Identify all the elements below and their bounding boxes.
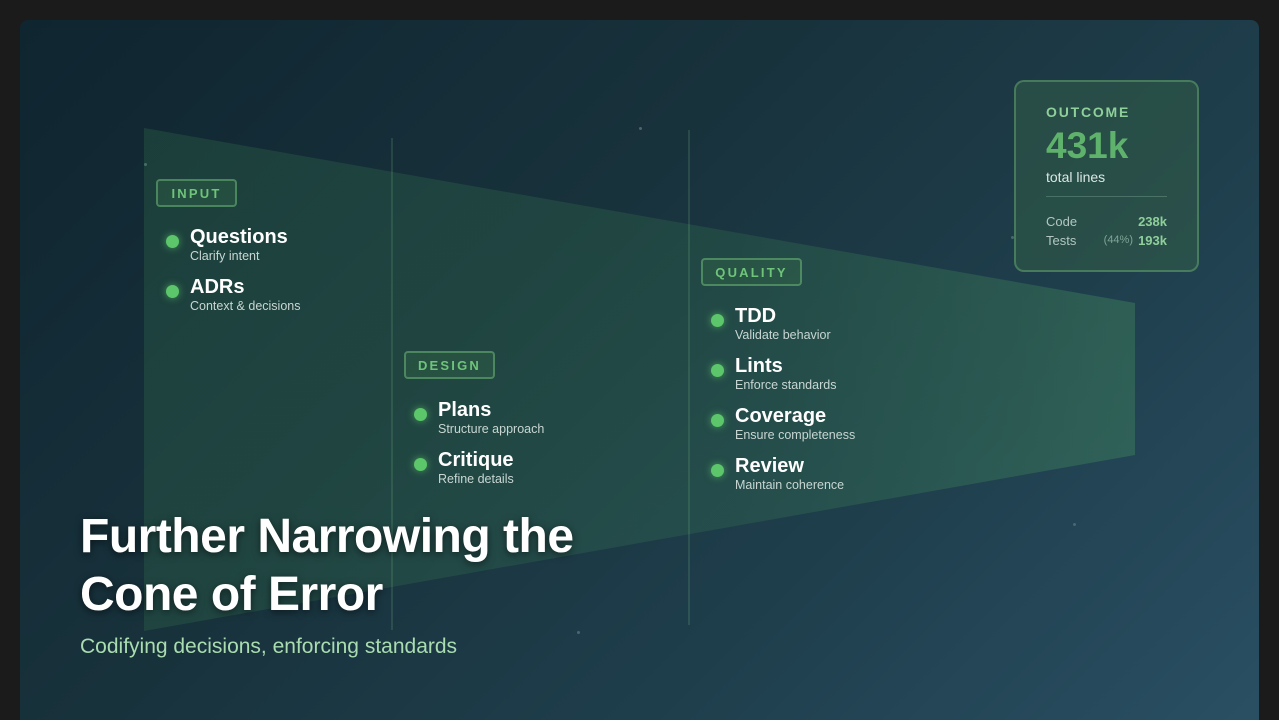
bullet-dot <box>166 285 179 298</box>
item-title: Review <box>735 455 804 477</box>
item-title: Coverage <box>735 405 827 427</box>
outcome-row-value: 193k <box>1138 233 1167 248</box>
bullet-dot <box>166 235 179 248</box>
item-title: ADRs <box>190 276 245 298</box>
slide: INPUT Questions Clarify intent ADRs Cont… <box>20 20 1259 720</box>
item-subtitle: Enforce standards <box>735 378 837 392</box>
slide-subtitle: Codifying decisions, enforcing standards <box>80 635 458 658</box>
item-title: Critique <box>438 449 514 471</box>
outcome-row-key: Code <box>1046 214 1078 229</box>
outcome-value: 431k <box>1046 125 1129 166</box>
item-subtitle: Refine details <box>438 472 514 486</box>
outcome-row-key: Tests <box>1046 233 1077 248</box>
bullet-dot <box>711 314 724 327</box>
item-title: Questions <box>190 226 288 248</box>
item-subtitle: Maintain coherence <box>735 478 845 492</box>
outcome-row-code: Code 238k <box>1046 214 1167 230</box>
item-subtitle: Clarify intent <box>190 249 260 263</box>
outcome-row-value: 238k <box>1138 214 1167 229</box>
item-subtitle: Structure approach <box>438 422 545 436</box>
outcome-label: OUTCOME <box>1046 104 1131 120</box>
outcome-row-percent: (44%) <box>1103 234 1133 246</box>
stage-tag-input: INPUT <box>156 179 237 207</box>
item-subtitle: Ensure completeness <box>735 428 856 442</box>
outcome-divider <box>1046 196 1167 197</box>
bullet-dot <box>414 408 427 421</box>
stage-tag-design: DESIGN <box>404 351 495 379</box>
item-subtitle: Validate behavior <box>735 328 831 342</box>
slide-title: Further Narrowing the Cone of Error <box>80 508 574 624</box>
outcome-unit: total lines <box>1046 169 1106 185</box>
title-line: Cone of Error <box>80 568 383 621</box>
title-line: Further Narrowing the <box>80 510 574 563</box>
item-title: Plans <box>438 399 492 421</box>
bullet-dot <box>414 458 427 471</box>
outcome-row-tests: Tests (44%) 193k <box>1046 233 1167 249</box>
outcome-card: OUTCOME 431k total lines Code 238k Tests… <box>1014 80 1199 272</box>
bullet-dot <box>711 364 724 377</box>
bullet-dot <box>711 464 724 477</box>
item-title: TDD <box>735 305 777 327</box>
stage-tag-quality: QUALITY <box>701 258 802 286</box>
item-title: Lints <box>735 355 783 377</box>
item-subtitle: Context & decisions <box>190 299 301 313</box>
bullet-dot <box>711 414 724 427</box>
